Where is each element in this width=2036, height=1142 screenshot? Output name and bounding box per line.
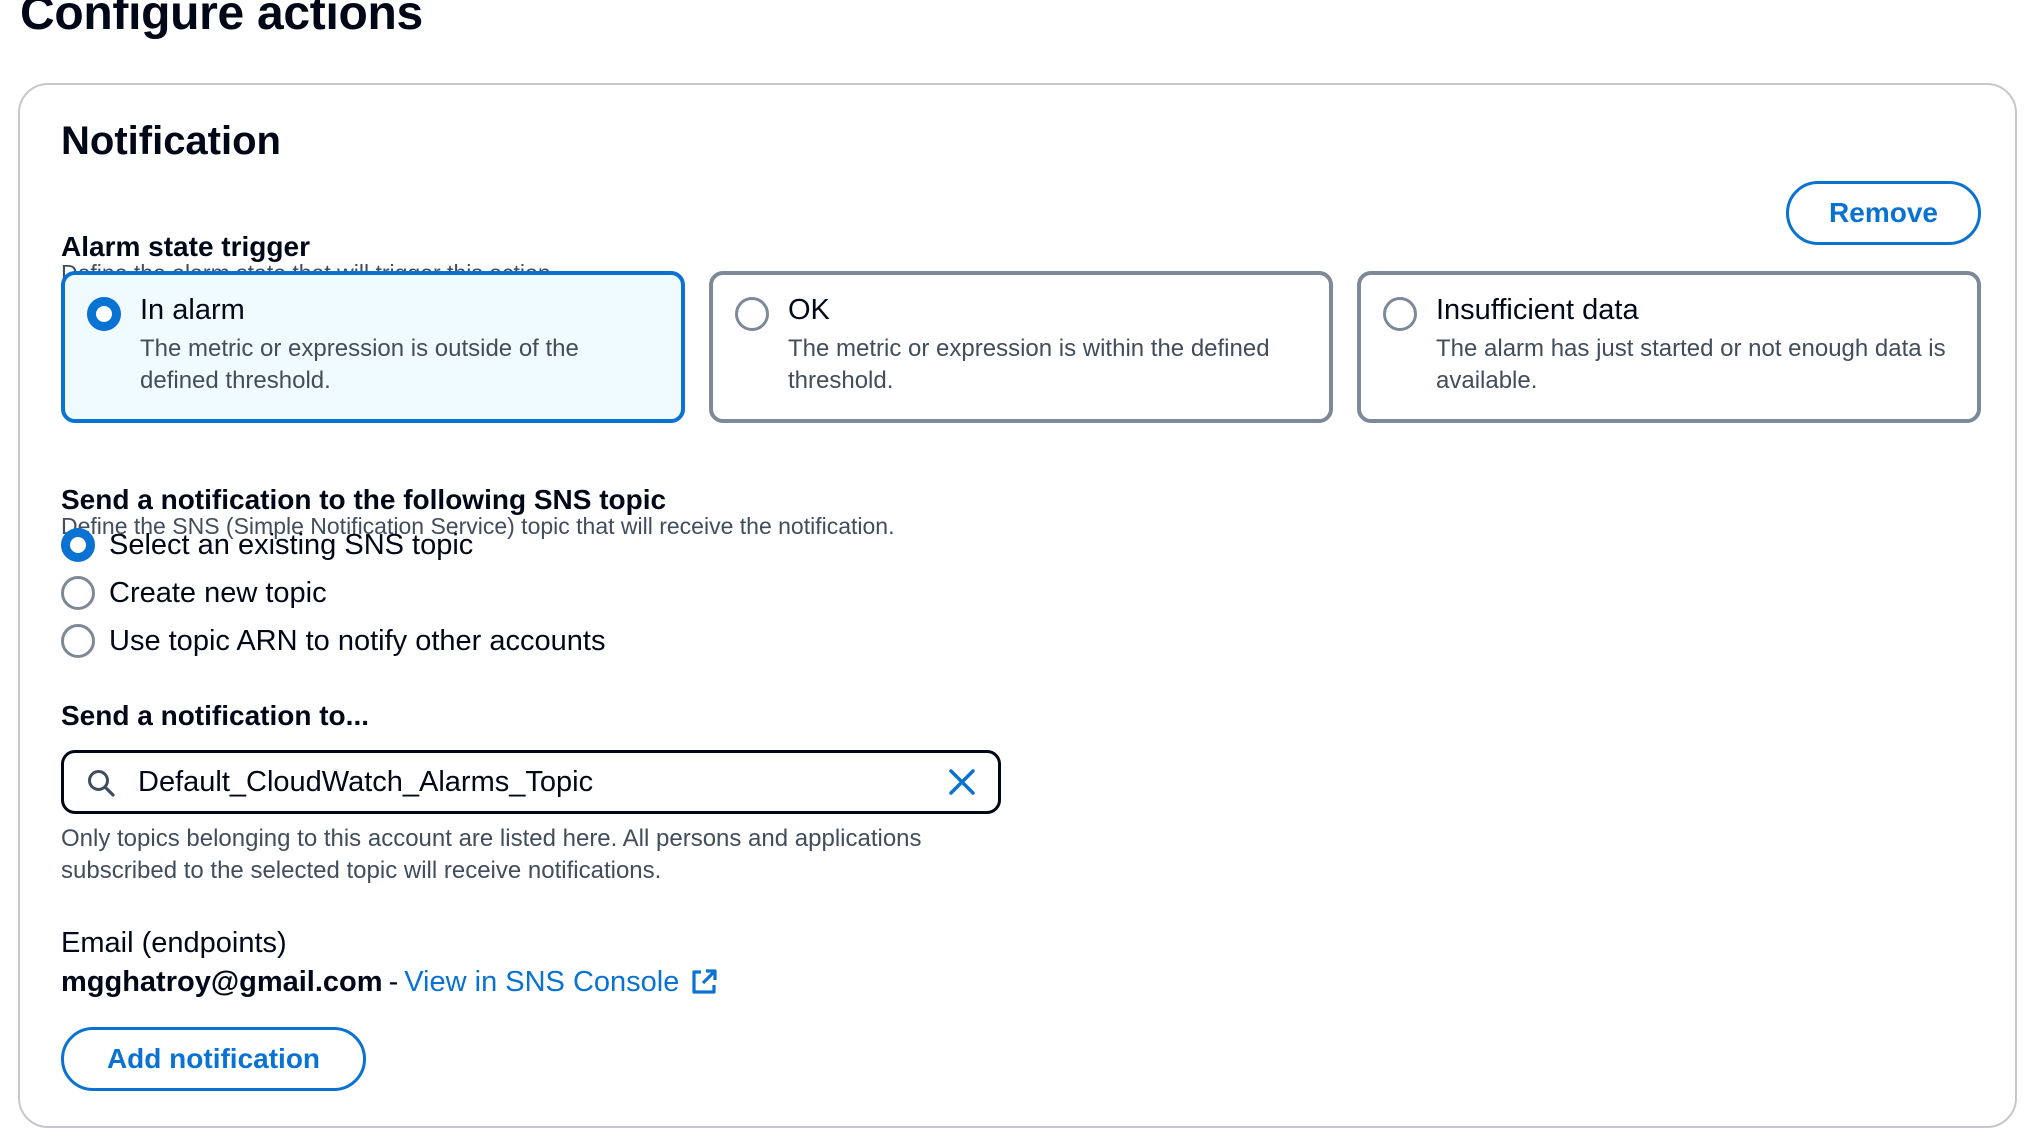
option-label: Use topic ARN to notify other accounts bbox=[109, 624, 606, 657]
topic-search-input[interactable] bbox=[138, 759, 898, 805]
radio-in-alarm[interactable] bbox=[87, 297, 121, 331]
option-label: Select an existing SNS topic bbox=[109, 528, 474, 561]
separator: - bbox=[388, 966, 399, 998]
radio-topic-arn[interactable] bbox=[61, 624, 95, 658]
option-create-topic[interactable]: Create new topic bbox=[61, 575, 327, 611]
radio-ok[interactable] bbox=[735, 297, 769, 331]
endpoints-row: mgghatroy@gmail.com - View in SNS Consol… bbox=[61, 965, 719, 1000]
option-existing-topic[interactable]: Select an existing SNS topic bbox=[61, 527, 473, 563]
tile-label: OK bbox=[788, 294, 830, 326]
radio-insufficient-data[interactable] bbox=[1383, 297, 1417, 331]
tile-description: The alarm has just started or not enough… bbox=[1436, 335, 1946, 394]
endpoints-label: Email (endpoints) bbox=[61, 927, 287, 959]
tile-label: In alarm bbox=[140, 294, 245, 326]
search-icon bbox=[88, 770, 115, 797]
page-title: Configure actions bbox=[20, 0, 423, 40]
tile-description: The metric or expression is outside of t… bbox=[140, 335, 579, 394]
email-endpoint: mgghatroy@gmail.com bbox=[61, 966, 383, 998]
option-label: Create new topic bbox=[109, 576, 327, 609]
remove-button[interactable]: Remove bbox=[1786, 181, 1981, 245]
external-link-icon[interactable] bbox=[689, 967, 719, 997]
alarm-state-tile-in-alarm[interactable]: In alarm The metric or expression is out… bbox=[61, 271, 685, 423]
tile-label: Insufficient data bbox=[1436, 294, 1639, 326]
view-in-sns-console-link[interactable]: View in SNS Console bbox=[404, 965, 679, 1000]
radio-existing-topic[interactable] bbox=[61, 528, 95, 562]
notification-panel: Notification Alarm state trigger Define … bbox=[18, 83, 2017, 1128]
alarm-state-tile-ok[interactable]: OK The metric or expression is within th… bbox=[709, 271, 1333, 423]
close-icon[interactable] bbox=[946, 766, 978, 798]
tile-description: The metric or expression is within the d… bbox=[788, 335, 1270, 394]
add-notification-button[interactable]: Add notification bbox=[61, 1027, 366, 1091]
radio-create-topic[interactable] bbox=[61, 576, 95, 610]
send-to-label: Send a notification to... bbox=[61, 700, 369, 731]
alarm-state-tile-insufficient-data[interactable]: Insufficient data The alarm has just sta… bbox=[1357, 271, 1981, 423]
topic-search-field[interactable] bbox=[61, 750, 1001, 814]
section-title: Notification bbox=[61, 119, 281, 163]
option-topic-arn[interactable]: Use topic ARN to notify other accounts bbox=[61, 623, 605, 659]
send-to-hint: Only topics belonging to this account ar… bbox=[61, 825, 922, 884]
